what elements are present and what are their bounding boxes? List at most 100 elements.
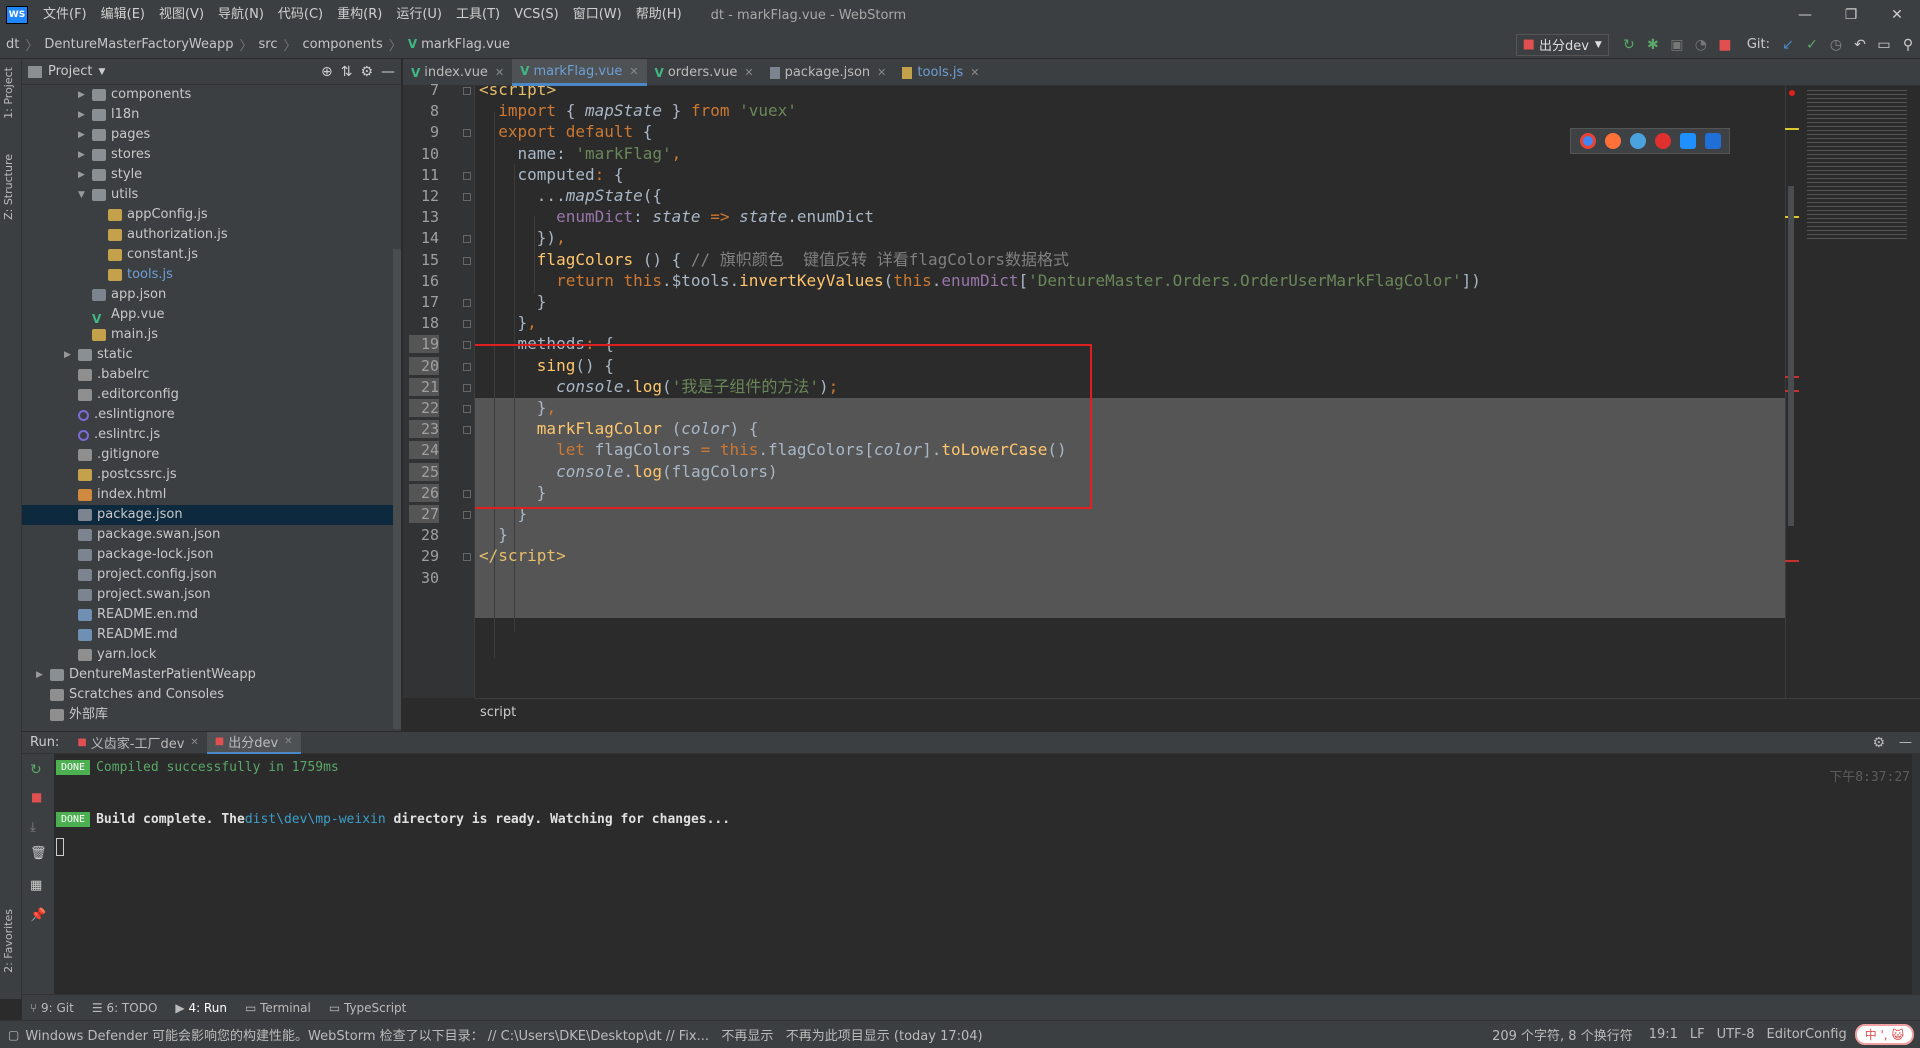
project-tool-tab[interactable]: 1: Project — [2, 67, 15, 119]
line-number[interactable]: 29 — [409, 547, 439, 565]
chevron-right-icon[interactable]: ▶ — [78, 105, 92, 125]
edge-icon[interactable] — [1704, 133, 1721, 149]
menu-item[interactable]: 视图(V) — [152, 0, 211, 30]
menu-item[interactable]: 帮助(H) — [629, 0, 689, 30]
menu-item[interactable]: 重构(R) — [330, 0, 389, 30]
close-icon[interactable]: ✕ — [190, 737, 198, 748]
close-icon[interactable]: ✕ — [970, 66, 979, 79]
chevron-down-icon[interactable]: ▼ — [98, 67, 105, 77]
git-commit-icon[interactable]: ✓ — [1800, 34, 1824, 56]
tree-folder[interactable]: ▶ style — [22, 165, 394, 185]
safari-icon[interactable] — [1629, 133, 1646, 149]
tree-folder[interactable]: ▶ components — [22, 85, 394, 105]
line-number[interactable]: 30 — [409, 569, 439, 587]
tree-file[interactable]: .eslintrc.js — [22, 425, 394, 445]
coverage-icon[interactable]: ▣ — [1665, 34, 1689, 56]
line-number[interactable]: 14 — [409, 229, 439, 247]
fold-marker[interactable] — [463, 511, 471, 519]
hide-icon[interactable]: — — [1899, 735, 1912, 750]
opera-icon[interactable] — [1654, 133, 1671, 149]
line-number[interactable]: 15 — [409, 251, 439, 269]
code-editor[interactable]: <script> import { mapState } from 'vuex'… — [475, 86, 1785, 698]
locate-icon[interactable]: ⊕ — [321, 64, 333, 80]
ie-icon[interactable] — [1679, 133, 1696, 149]
tab-package-json[interactable]: package.json ✕ — [762, 59, 895, 86]
tree-file[interactable]: README.md — [22, 625, 394, 645]
menu-item[interactable]: VCS(S) — [507, 0, 566, 30]
line-number[interactable]: 19 — [409, 335, 439, 354]
fold-marker[interactable] — [463, 362, 471, 371]
menu-item[interactable]: 代码(C) — [271, 0, 330, 30]
crumb-file[interactable]: VmarkFlag.vue — [402, 37, 516, 52]
line-number[interactable]: 9 — [409, 123, 439, 141]
tree-file[interactable]: .babelrc — [22, 365, 394, 385]
profile-icon[interactable]: ◔ — [1689, 34, 1713, 56]
close-icon[interactable]: ✕ — [744, 66, 753, 79]
file-encoding[interactable]: UTF-8 — [1717, 1027, 1755, 1042]
tree-folder[interactable]: ▶ static — [22, 345, 394, 365]
tree-file[interactable]: project.swan.json — [22, 585, 394, 605]
tree-file[interactable]: .editorconfig — [22, 385, 394, 405]
line-number[interactable]: 7 — [409, 81, 439, 99]
crumb-components[interactable]: components — [296, 37, 388, 52]
tree-file[interactable]: package.json — [22, 505, 394, 525]
menu-item[interactable]: 导航(N) — [211, 0, 271, 30]
trash-icon[interactable]: 🗑 — [30, 846, 47, 861]
layout-icon[interactable]: ▦ — [30, 878, 42, 893]
tree-file[interactable]: constant.js — [22, 245, 394, 265]
line-number[interactable]: 24 — [409, 441, 439, 460]
line-number[interactable]: 18 — [409, 314, 439, 332]
rerun-icon[interactable]: ↻ — [1617, 34, 1641, 56]
tree-file[interactable]: index.html — [22, 485, 394, 505]
gear-icon[interactable]: ⚙ — [360, 64, 373, 80]
run-console[interactable]: DONE Compiled successfully in 1759ms 下午8… — [54, 754, 1920, 994]
tree-file[interactable]: appConfig.js — [22, 205, 394, 225]
line-number[interactable]: 21 — [409, 377, 439, 396]
caret-position[interactable]: 19:1 — [1649, 1027, 1678, 1042]
firefox-icon[interactable] — [1604, 133, 1621, 149]
editor-scrollbar[interactable] — [1788, 186, 1794, 526]
line-number[interactable]: 22 — [409, 399, 439, 417]
tree-file[interactable]: package.swan.json — [22, 525, 394, 545]
tree-file[interactable]: authorization.js — [22, 225, 394, 245]
chrome-icon[interactable] — [1579, 133, 1596, 149]
close-button[interactable]: ✕ — [1874, 0, 1920, 30]
line-number[interactable]: 10 — [409, 145, 439, 163]
fold-marker[interactable] — [463, 129, 471, 138]
chevron-right-icon[interactable]: ▶ — [78, 165, 92, 185]
search-icon[interactable]: ⚲ — [1896, 34, 1920, 56]
tree-folder[interactable]: ▶ DentureMasterPatientWeapp — [22, 665, 394, 685]
tab-tools-js[interactable]: tools.js ✕ — [894, 59, 987, 86]
close-icon[interactable]: ✕ — [495, 66, 504, 79]
crumb-src[interactable]: src — [252, 37, 283, 52]
fold-marker[interactable] — [463, 256, 471, 265]
tree-folder[interactable]: ▶ stores — [22, 145, 394, 165]
menu-item[interactable]: 运行(U) — [389, 0, 449, 30]
pin-icon[interactable]: 📌 — [30, 908, 46, 923]
project-view-select[interactable]: Project — [48, 64, 92, 79]
tree-scrollbar[interactable] — [393, 249, 401, 729]
menu-item[interactable]: 工具(T) — [449, 0, 507, 30]
tree-file[interactable]: V App.vue — [22, 305, 394, 326]
line-number[interactable]: 26 — [409, 483, 439, 502]
tree-file[interactable]: package-lock.json — [22, 545, 394, 565]
bottom-tab-typescript[interactable]: ▭ TypeScript — [329, 1001, 407, 1015]
fold-marker[interactable] — [463, 553, 471, 562]
run-tab[interactable]: ■ 义齿家-工厂dev ✕ — [69, 732, 206, 754]
tree-file[interactable]: tools.js — [22, 265, 394, 285]
scroll-end-icon[interactable]: ⤓ — [30, 820, 36, 835]
line-number[interactable]: 16 — [409, 272, 439, 290]
line-number[interactable]: 28 — [409, 526, 439, 544]
favorites-tool-tab[interactable]: 2: Favorites — [2, 909, 15, 973]
chevron-down-icon[interactable]: ▼ — [78, 185, 92, 205]
tree-folder[interactable]: ▶ pages — [22, 125, 394, 145]
bottom-tab-todo[interactable]: ☰ 6: TODO — [92, 1001, 158, 1015]
chevron-right-icon[interactable]: ▶ — [78, 85, 92, 105]
menu-item[interactable]: 窗口(W) — [566, 0, 629, 30]
tree-file[interactable]: 外部库 — [22, 705, 394, 725]
stop-icon[interactable]: ■ — [31, 790, 42, 804]
git-update-icon[interactable]: ↙ — [1776, 34, 1800, 56]
bottom-tab-git[interactable]: ⑂ 9: Git — [30, 1001, 74, 1015]
debug-icon[interactable]: ✱ — [1641, 34, 1665, 56]
line-number[interactable]: 8 — [409, 102, 439, 120]
